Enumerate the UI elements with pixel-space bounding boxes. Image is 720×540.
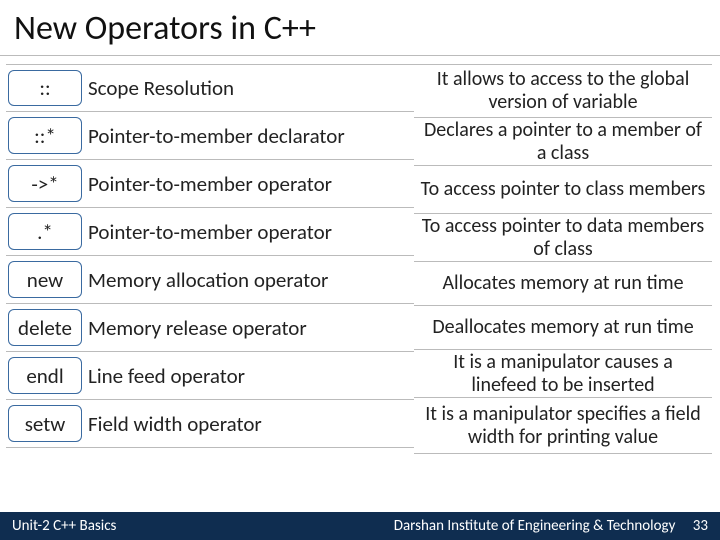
table-row: new Memory allocation operator bbox=[6, 256, 414, 304]
operator-symbol: .* bbox=[8, 213, 82, 250]
table-row: .* Pointer-to-member operator bbox=[6, 208, 414, 256]
table-row: delete Memory release operator bbox=[6, 304, 414, 352]
operator-symbol: delete bbox=[8, 309, 82, 346]
operator-name: Memory release operator bbox=[86, 304, 414, 351]
operator-description: It allows to access to the global versio… bbox=[414, 64, 712, 118]
table-row: ->* Pointer-to-member operator bbox=[6, 160, 414, 208]
operator-symbol: ::* bbox=[8, 117, 82, 154]
operator-symbol: endl bbox=[8, 357, 82, 394]
operator-name: Field width operator bbox=[86, 400, 414, 447]
operator-symbol: ->* bbox=[8, 165, 82, 202]
operator-name: Scope Resolution bbox=[86, 65, 414, 111]
table-row: ::* Pointer-to-member declarator bbox=[6, 112, 414, 160]
footer-institute: Darshan Institute of Engineering & Techn… bbox=[394, 517, 676, 535]
operator-description: To access pointer to class members bbox=[414, 166, 712, 214]
operator-name: Pointer-to-member operator bbox=[86, 208, 414, 255]
operator-description: Declares a pointer to a member of a clas… bbox=[414, 118, 712, 166]
page-number: 33 bbox=[679, 517, 708, 535]
slide-title: New Operators in C++ bbox=[0, 0, 720, 56]
slide-content: :: Scope Resolution ::* Pointer-to-membe… bbox=[0, 56, 720, 454]
operator-symbol: setw bbox=[8, 405, 82, 442]
operator-symbol: new bbox=[8, 261, 82, 298]
description-column: It allows to access to the global versio… bbox=[414, 64, 720, 454]
operator-name: Memory allocation operator bbox=[86, 256, 414, 303]
table-row: setw Field width operator bbox=[6, 400, 414, 448]
operator-description: Deallocates memory at run time bbox=[414, 306, 712, 350]
operator-description: It is a manipulator causes a linefeed to… bbox=[414, 350, 712, 398]
operator-name: Line feed operator bbox=[86, 352, 414, 399]
slide-footer: Unit-2 C++ Basics Darshan Institute of E… bbox=[0, 512, 720, 540]
table-row: endl Line feed operator bbox=[6, 352, 414, 400]
operator-description: It is a manipulator specifies a field wi… bbox=[414, 398, 712, 454]
table-row: :: Scope Resolution bbox=[6, 64, 414, 112]
operator-description: To access pointer to data members of cla… bbox=[414, 214, 712, 262]
operator-description: Allocates memory at run time bbox=[414, 262, 712, 306]
footer-left: Unit-2 C++ Basics bbox=[12, 517, 116, 535]
operator-table: :: Scope Resolution ::* Pointer-to-membe… bbox=[6, 64, 414, 454]
footer-right: Darshan Institute of Engineering & Techn… bbox=[394, 517, 708, 535]
operator-symbol: :: bbox=[8, 70, 82, 106]
operator-name: Pointer-to-member operator bbox=[86, 160, 414, 207]
operator-name: Pointer-to-member declarator bbox=[86, 112, 414, 159]
